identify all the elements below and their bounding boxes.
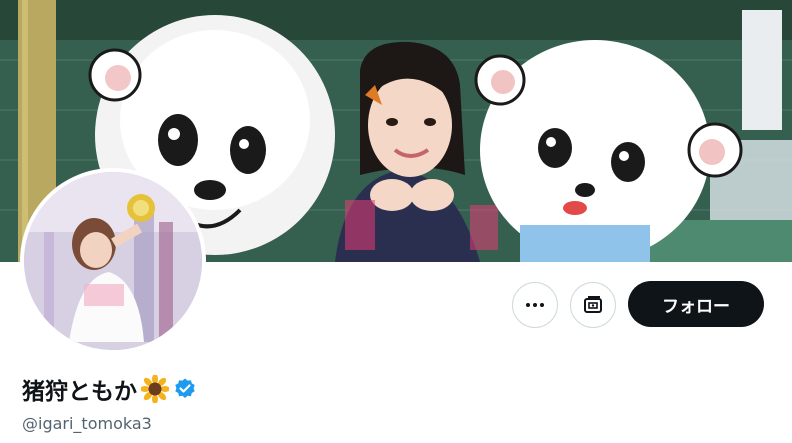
sunflower-icon: [141, 375, 169, 403]
subscribe-button[interactable]: [570, 282, 616, 328]
display-name: 猪狩ともか: [22, 379, 137, 405]
follow-button[interactable]: フォロー: [628, 281, 764, 327]
avatar-photo: [24, 172, 202, 350]
more-button[interactable]: [512, 282, 558, 328]
verified-badge-icon[interactable]: [173, 377, 197, 401]
subscribe-notification-icon: [584, 296, 602, 313]
more-dots-icon: [526, 303, 544, 307]
avatar-image: [24, 172, 202, 350]
profile-name-row: 猪狩ともか: [22, 372, 197, 406]
user-handle: @igari_tomoka3: [22, 414, 152, 433]
profile-avatar[interactable]: [20, 168, 206, 354]
